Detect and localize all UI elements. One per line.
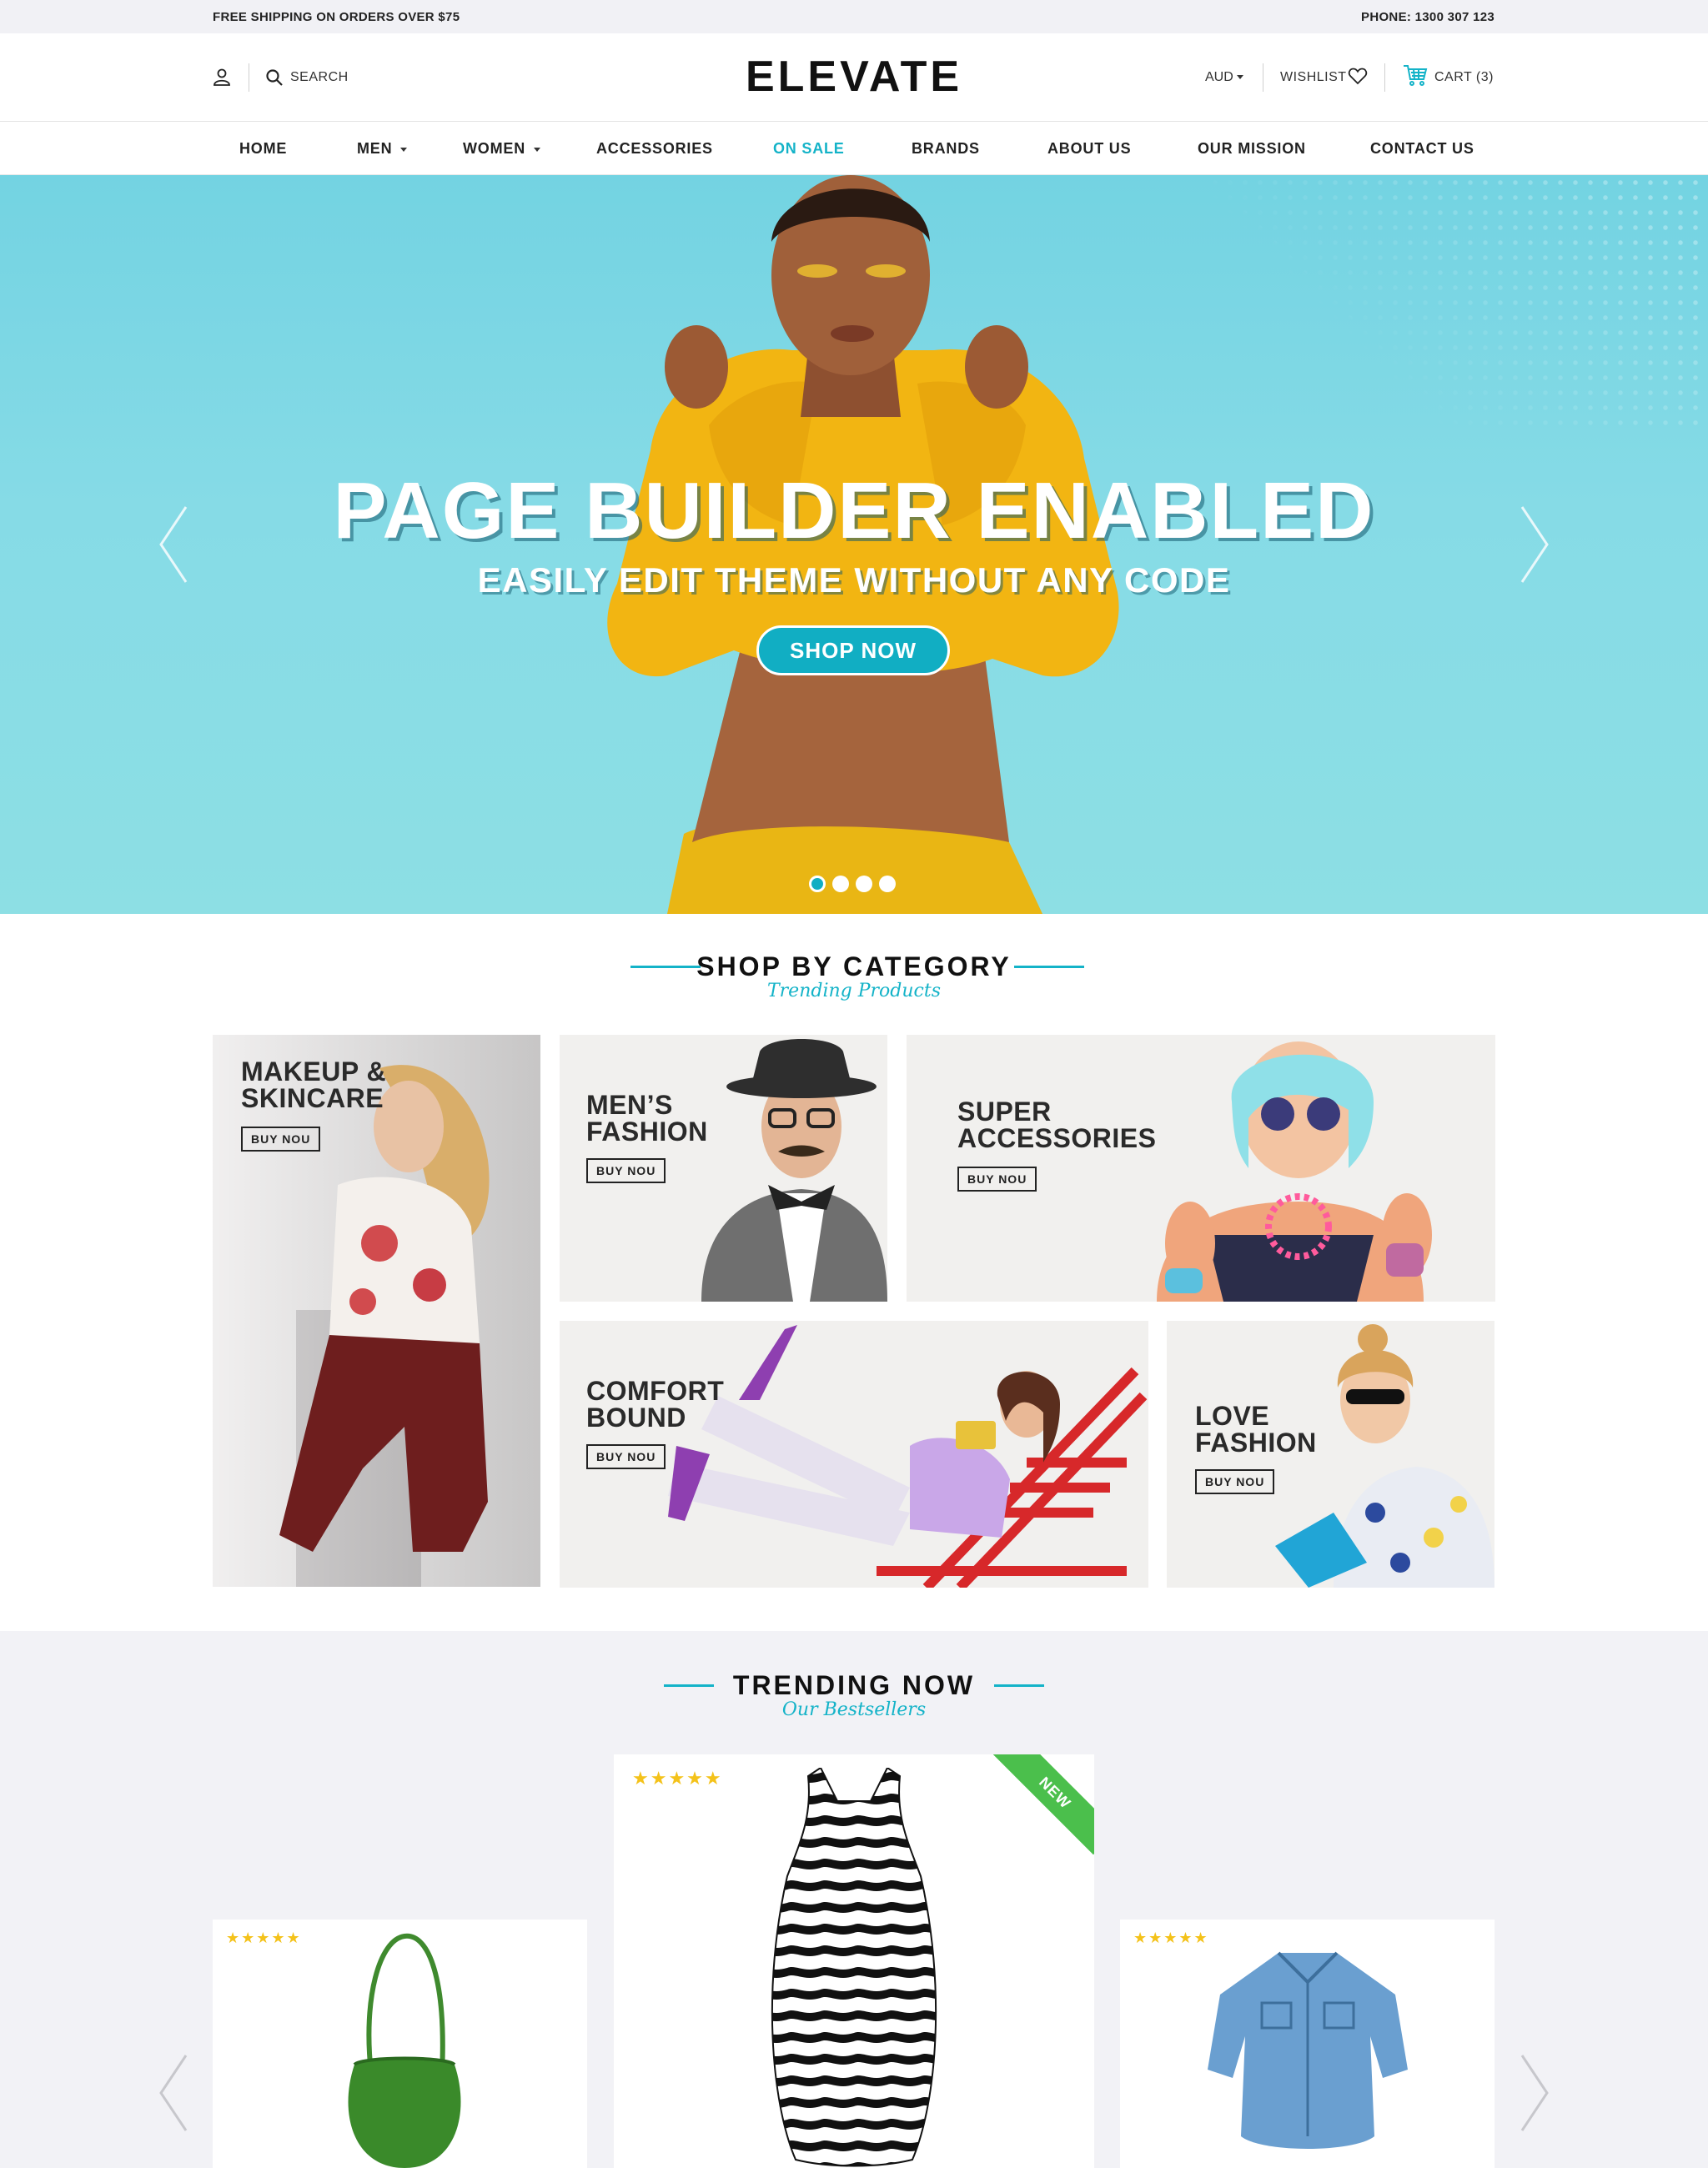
product-image-dress <box>771 1768 937 2167</box>
slider-dot-3[interactable] <box>856 876 872 892</box>
hero-title: PAGE BUILDER ENABLED <box>333 466 1375 555</box>
heading-line-right <box>1014 966 1084 968</box>
shipping-notice: FREE SHIPPING ON ORDERS OVER $75 <box>213 10 460 24</box>
chevron-right-icon[interactable] <box>1520 504 1550 585</box>
product-image-bag <box>348 1933 461 2168</box>
main-nav: HOME MEN WOMEN ACCESSORIES ON SALE BRAND… <box>0 122 1708 175</box>
cart-icon[interactable] <box>1403 63 1428 87</box>
header-divider <box>1384 63 1385 92</box>
category-tile-makeup[interactable]: MAKEUP & SKINCARE BUY NOU <box>213 1035 540 1587</box>
wishlist-link[interactable]: WISHLIST <box>1280 70 1347 85</box>
trending-section-title: TRENDING NOW <box>732 1670 976 1700</box>
product-image-shirt <box>1208 1951 1408 2149</box>
nav-item-brands[interactable]: BRANDS <box>912 140 980 158</box>
nav-item-our-mission[interactable]: OUR MISSION <box>1198 140 1306 158</box>
caret-down-icon <box>534 147 540 152</box>
category-tile-mens-fashion[interactable]: MEN’S FASHION BUY NOU <box>560 1035 887 1302</box>
rating-stars: ★★★★★ <box>1133 1930 1209 1946</box>
tile-title: MAKEUP & SKINCARE <box>241 1058 386 1112</box>
tile-title: LOVE FASHION <box>1195 1403 1317 1456</box>
tile-title-line-2: FASHION <box>586 1117 708 1147</box>
tile-title-line-2: FASHION <box>1195 1428 1317 1458</box>
chevron-left-icon[interactable] <box>158 2053 188 2133</box>
tile-title-line-1: MEN’S <box>586 1090 673 1120</box>
tile-title: COMFORT BOUND <box>586 1378 724 1431</box>
product-card[interactable]: ★★★★★ NEW <box>614 1754 1094 2168</box>
slider-dot-1[interactable] <box>809 876 826 892</box>
chevron-right-icon[interactable] <box>1520 2053 1550 2133</box>
nav-item-contact-us[interactable]: CONTACT US <box>1370 140 1474 158</box>
hero-subtitle: EASILY EDIT THEME WITHOUT ANY CODE <box>477 560 1231 600</box>
currency-selector[interactable]: AUD <box>1205 70 1243 85</box>
category-tile-comfort-bound[interactable]: COMFORT BOUND BUY NOU <box>560 1321 1148 1588</box>
rating-stars: ★★★★★ <box>632 1768 723 1789</box>
nav-item-label: MEN <box>357 140 393 157</box>
category-section-title: SHOP BY CATEGORY <box>696 951 1012 981</box>
slider-dot-2[interactable] <box>832 876 849 892</box>
tile-title-line-2: BOUND <box>586 1403 686 1433</box>
nav-item-men[interactable]: MEN <box>357 140 408 158</box>
top-bar: FREE SHIPPING ON ORDERS OVER $75 PHONE: … <box>0 0 1708 33</box>
cart-link[interactable]: CART (3) <box>1434 70 1494 85</box>
nav-item-label: WOMEN <box>463 140 525 157</box>
tile-title-line-1: LOVE <box>1195 1401 1270 1431</box>
buy-now-button[interactable]: BUY NOU <box>586 1444 666 1469</box>
hero-slider: PAGE BUILDER ENABLED EASILY EDIT THEME W… <box>0 175 1708 914</box>
tile-title-line-1: COMFORT <box>586 1376 725 1406</box>
nav-item-accessories[interactable]: ACCESSORIES <box>596 140 713 158</box>
slider-dot-4[interactable] <box>879 876 896 892</box>
tile-title-line-1: MAKEUP & <box>241 1056 387 1087</box>
heading-line-right <box>994 1684 1044 1687</box>
site-header: SEARCH ELEVATE AUD WISHLIST CART (3) <box>0 33 1708 122</box>
shop-now-button[interactable]: SHOP NOW <box>756 625 950 675</box>
caret-down-icon <box>1236 75 1243 80</box>
caret-down-icon <box>400 147 408 152</box>
heart-icon[interactable] <box>1348 67 1368 85</box>
nav-item-home[interactable]: HOME <box>239 140 287 158</box>
decorative-dot-pattern <box>1208 175 1708 425</box>
new-badge: NEW <box>992 1754 1094 1855</box>
currency-label: AUD <box>1205 70 1233 84</box>
tile-title-line-1: SUPER <box>957 1097 1052 1127</box>
tile-model-image <box>213 1035 540 1587</box>
trending-section-subtitle: Our Bestsellers <box>781 1699 927 1720</box>
product-card[interactable]: ★★★★★ <box>213 1920 587 2168</box>
product-card[interactable]: ★★★★★ <box>1120 1920 1494 2168</box>
phone-number: PHONE: 1300 307 123 <box>1361 10 1494 24</box>
buy-now-button[interactable]: BUY NOU <box>241 1127 321 1152</box>
tile-title-line-2: SKINCARE <box>241 1083 384 1113</box>
tile-title-line-2: ACCESSORIES <box>957 1123 1157 1153</box>
tile-title: MEN’S FASHION <box>586 1092 708 1145</box>
tile-title: SUPER ACCESSORIES <box>957 1098 1156 1152</box>
nav-item-about-us[interactable]: ABOUT US <box>1047 140 1131 158</box>
buy-now-button[interactable]: BUY NOU <box>1195 1469 1275 1494</box>
buy-now-button[interactable]: BUY NOU <box>957 1167 1037 1192</box>
nav-item-on-sale[interactable]: ON SALE <box>773 140 845 158</box>
buy-now-button[interactable]: BUY NOU <box>586 1158 666 1183</box>
category-section-subtitle: Trending Products <box>766 981 941 1001</box>
category-tile-super-accessories[interactable]: SUPER ACCESSORIES BUY NOU <box>907 1035 1495 1302</box>
rating-stars: ★★★★★ <box>226 1930 302 1946</box>
chevron-left-icon[interactable] <box>158 504 188 585</box>
nav-item-women[interactable]: WOMEN <box>463 140 540 158</box>
category-tile-love-fashion[interactable]: LOVE FASHION BUY NOU <box>1167 1321 1494 1588</box>
